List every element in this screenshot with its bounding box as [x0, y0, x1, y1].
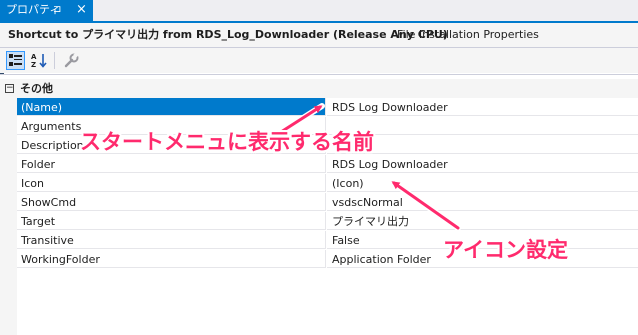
- property-row-name[interactable]: (Name) RDS Log Downloader: [17, 98, 638, 117]
- property-value[interactable]: プライマリ出力: [327, 212, 638, 230]
- svg-text:A: A: [31, 53, 37, 61]
- category-name: その他: [20, 82, 53, 95]
- categorized-icon: [9, 54, 22, 66]
- tab-strip: プロパティ ⊐ ×: [0, 0, 638, 21]
- property-name: Transitive: [17, 231, 326, 249]
- annotation-start-menu-name: スタートメニュに表示する名前: [80, 130, 374, 154]
- alphabetical-button[interactable]: A Z: [30, 51, 49, 70]
- property-row-target[interactable]: Target プライマリ出力: [17, 212, 638, 231]
- pin-icon[interactable]: ⊐: [53, 3, 61, 17]
- property-value[interactable]: RDS Log Downloader: [327, 98, 638, 116]
- property-value[interactable]: vsdscNormal: [327, 193, 638, 211]
- close-icon[interactable]: ×: [76, 2, 87, 17]
- property-pages-icon: [64, 52, 79, 68]
- property-name: Folder: [17, 155, 326, 173]
- selected-object-name: Shortcut to プライマリ出力 from RDS_Log_Downloa…: [8, 28, 448, 41]
- grid-gutter: [0, 98, 17, 335]
- property-name: ShowCmd: [17, 193, 326, 211]
- object-selector[interactable]: Shortcut to プライマリ出力 from RDS_Log_Downloa…: [0, 23, 638, 48]
- property-name: WorkingFolder: [17, 250, 326, 268]
- properties-window: プロパティ ⊐ × Shortcut to プライマリ出力 from RDS_L…: [0, 0, 638, 335]
- toolbar-separator: [54, 52, 55, 69]
- property-row-folder[interactable]: Folder RDS Log Downloader: [17, 155, 638, 174]
- property-row-icon[interactable]: Icon (Icon): [17, 174, 638, 193]
- alphabetical-icon: A Z: [31, 53, 47, 69]
- categorized-button[interactable]: [6, 51, 25, 70]
- toolbar: A Z: [0, 48, 638, 73]
- collapse-icon[interactable]: −: [5, 84, 14, 93]
- tab-properties[interactable]: プロパティ ⊐ ×: [0, 0, 93, 21]
- svg-text:Z: Z: [31, 61, 36, 69]
- property-row-showcmd[interactable]: ShowCmd vsdscNormal: [17, 193, 638, 212]
- property-name: Target: [17, 212, 326, 230]
- property-value[interactable]: RDS Log Downloader: [327, 155, 638, 173]
- category-row[interactable]: − その他: [0, 79, 638, 98]
- property-name: (Name): [17, 98, 326, 116]
- property-value[interactable]: (Icon): [327, 174, 638, 192]
- property-pages-button[interactable]: [62, 51, 81, 70]
- property-name: Icon: [17, 174, 326, 192]
- annotation-icon-setting: アイコン設定: [443, 238, 568, 262]
- selected-object-type: File Installation Properties: [397, 28, 539, 41]
- property-grid: − その他 (Name) RDS Log Downloader Argument…: [0, 74, 638, 335]
